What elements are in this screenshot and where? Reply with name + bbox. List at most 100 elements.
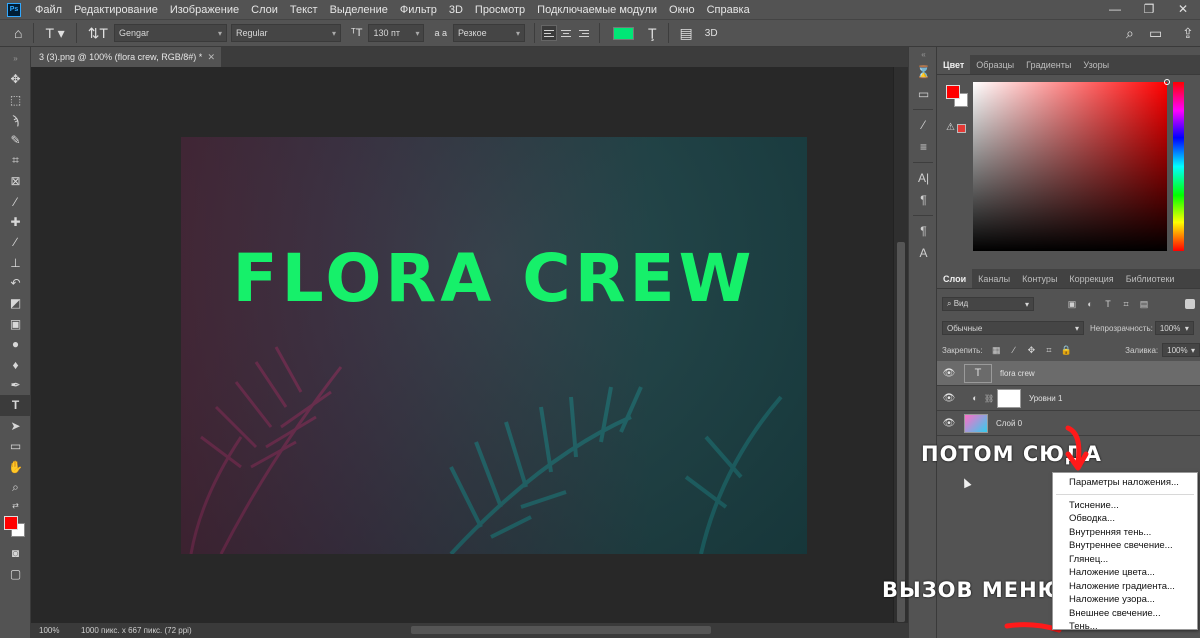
lock-transparent-icon[interactable]: ▦	[991, 344, 1003, 356]
layer-name[interactable]: Слой 0	[996, 419, 1022, 428]
flora-crew-text[interactable]: FLORA CREW	[181, 241, 807, 317]
menu-item-bevel-emboss[interactable]: Тиснение...	[1053, 499, 1197, 513]
zoom-level[interactable]: 100%	[31, 626, 69, 635]
menu-item-inner-shadow[interactable]: Внутренняя тень...	[1053, 526, 1197, 540]
warp-text-icon[interactable]: Ţ	[642, 25, 663, 41]
gamut-swatch[interactable]	[957, 124, 966, 133]
close-tab-icon[interactable]: ✕	[207, 47, 215, 67]
comments-icon[interactable]: ▭	[909, 83, 938, 105]
filter-type-icon[interactable]: T	[1102, 298, 1114, 310]
3d-button[interactable]: 3D	[699, 28, 724, 39]
menu-item-pattern-overlay[interactable]: Наложение узора...	[1053, 593, 1197, 607]
toggle-text-orientation-icon[interactable]: ⇅T	[82, 25, 114, 42]
menu-item-stroke[interactable]: Обводка...	[1053, 512, 1197, 526]
color-picker-field[interactable]	[973, 79, 1170, 251]
menu-view[interactable]: Просмотр	[469, 4, 531, 16]
swap-colors-icon[interactable]: ⇄	[0, 497, 31, 513]
filter-pixel-icon[interactable]: ▣	[1066, 298, 1078, 310]
foreground-color[interactable]	[4, 516, 18, 531]
menu-item-gradient-overlay[interactable]: Наложение градиента...	[1053, 580, 1197, 594]
tab-color[interactable]: Цвет	[937, 55, 971, 74]
close-button[interactable]: ✕	[1166, 0, 1200, 19]
character-icon[interactable]: A|	[909, 167, 938, 189]
align-left-button[interactable]	[540, 25, 557, 41]
rectangle-tool-icon[interactable]: ▭	[0, 436, 31, 456]
font-style-select[interactable]: Regular ▾	[230, 24, 341, 42]
tab-layers[interactable]: Слои	[937, 269, 973, 288]
strip-collapse-icon[interactable]: «	[909, 47, 938, 61]
tab-channels[interactable]: Каналы	[972, 269, 1016, 288]
foreground-color-swatch[interactable]	[946, 85, 960, 99]
brush-settings-icon[interactable]: ⁄	[909, 114, 938, 136]
menu-select[interactable]: Выделение	[324, 4, 394, 16]
blend-mode-select[interactable]: Обычные ▾	[942, 321, 1084, 335]
menu-window[interactable]: Окно	[663, 4, 701, 16]
layer-row-text[interactable]: 👁 T flora crew	[937, 361, 1200, 386]
marquee-tool-icon[interactable]: ⬚	[0, 89, 31, 109]
opacity-field[interactable]: 100% ▾	[1154, 321, 1194, 335]
menu-file[interactable]: Файл	[29, 4, 68, 16]
menu-item-drop-shadow[interactable]: Тень...	[1053, 620, 1197, 634]
tab-paths[interactable]: Контуры	[1016, 269, 1063, 288]
brush-tool-icon[interactable]: ∕	[0, 232, 31, 252]
gradient-tool-icon[interactable]: ▣	[0, 314, 31, 334]
font-size-select[interactable]: 130 пт ▾	[368, 24, 425, 42]
pen-tool-icon[interactable]: ✒	[0, 375, 31, 395]
share-icon[interactable]: ⇪	[1176, 25, 1200, 42]
minimize-button[interactable]: —	[1098, 0, 1132, 19]
hue-slider[interactable]	[1173, 82, 1184, 251]
align-right-button[interactable]	[577, 25, 593, 41]
healing-brush-tool-icon[interactable]: ✚	[0, 212, 31, 232]
canvas-area[interactable]: FLORA CREW	[31, 67, 893, 623]
antialias-select[interactable]: Резкое ▾	[452, 24, 525, 42]
paragraph-icon[interactable]: ¶	[909, 189, 938, 211]
menu-3d[interactable]: 3D	[443, 4, 469, 16]
align-center-button[interactable]	[559, 25, 575, 41]
tab-gradients[interactable]: Градиенты	[1020, 55, 1077, 74]
history-icon[interactable]: ⌛	[909, 61, 938, 83]
visibility-eye-icon[interactable]: 👁	[937, 368, 961, 379]
gamut-warning-icon[interactable]: ⚠	[946, 122, 955, 133]
font-family-select[interactable]: Gengar ▾	[113, 24, 227, 42]
adjustments-sliders-icon[interactable]: ≡	[909, 136, 938, 158]
layer-filter-select[interactable]: ⌕ Вид ▾	[942, 297, 1034, 311]
maximize-button[interactable]: ❐	[1132, 0, 1166, 19]
menu-item-satin[interactable]: Глянец...	[1053, 553, 1197, 567]
zoom-tool-icon[interactable]: ⌕	[0, 477, 31, 497]
lock-all-icon[interactable]: 🔒	[1061, 344, 1073, 356]
filter-shape-icon[interactable]: ⌗	[1120, 298, 1132, 310]
visibility-eye-icon[interactable]: 👁	[937, 418, 961, 429]
history-brush-tool-icon[interactable]: ↶	[0, 273, 31, 293]
move-tool-icon[interactable]: ✥	[0, 69, 31, 89]
menu-plugins[interactable]: Подключаемые модули	[531, 4, 663, 16]
tab-patterns[interactable]: Узоры	[1077, 55, 1115, 74]
document-tab[interactable]: 3 (3).png @ 100% (flora crew, RGB/8#) * …	[31, 47, 221, 67]
quick-mask-icon[interactable]: ◙	[0, 543, 31, 563]
text-color-swatch[interactable]	[612, 26, 634, 40]
tab-swatches[interactable]: Образцы	[970, 55, 1020, 74]
menu-type[interactable]: Текст	[284, 4, 324, 16]
menu-layers[interactable]: Слои	[245, 4, 284, 16]
lasso-tool-icon[interactable]: ϡ	[0, 110, 31, 130]
path-selection-tool-icon[interactable]: ➤	[0, 416, 31, 436]
vertical-scrollbar[interactable]	[893, 67, 908, 623]
visibility-eye-icon[interactable]: 👁	[937, 393, 961, 404]
tab-adjustments[interactable]: Коррекция	[1063, 269, 1119, 288]
quick-select-tool-icon[interactable]: ✎	[0, 130, 31, 150]
horizontal-scrollbar[interactable]	[411, 626, 711, 634]
layer-row-adjustment[interactable]: 👁 ◐ ⛓ Уровни 1	[937, 386, 1200, 411]
filter-toggle[interactable]	[1185, 299, 1195, 309]
layer-name[interactable]: Уровни 1	[1029, 394, 1062, 403]
workspace-icon[interactable]: ▭	[1143, 25, 1168, 42]
menu-item-inner-glow[interactable]: Внутреннее свечение...	[1053, 539, 1197, 553]
type-tool-preset-icon[interactable]: T ▾	[39, 25, 70, 42]
paragraph-styles-icon[interactable]: ¶	[909, 220, 938, 242]
filter-smart-object-icon[interactable]: ▤	[1138, 298, 1150, 310]
eraser-tool-icon[interactable]: ◩	[0, 293, 31, 313]
menu-image[interactable]: Изображение	[164, 4, 245, 16]
fill-field[interactable]: 100% ▾	[1162, 343, 1200, 357]
search-icon[interactable]: ⌕	[1120, 25, 1140, 42]
menu-help[interactable]: Справка	[701, 4, 756, 16]
hand-tool-icon[interactable]: ✋	[0, 456, 31, 476]
layer-name[interactable]: flora crew	[1000, 369, 1035, 378]
